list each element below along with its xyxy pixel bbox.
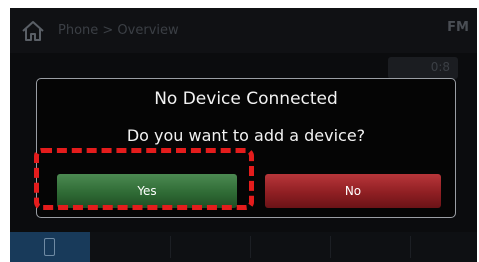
infotainment-screen: Phone > Overview FM 0:8 No Device Connec… [10, 8, 477, 262]
tab-divider [170, 236, 171, 258]
no-button[interactable]: No [265, 174, 441, 208]
dialog-message: Do you want to add a device? [126, 126, 366, 145]
source-badge[interactable]: FM [447, 20, 469, 35]
home-icon[interactable] [20, 19, 46, 43]
phone-icon [44, 238, 55, 256]
background-widget: 0:8 [388, 57, 458, 79]
tab-phone[interactable] [10, 232, 90, 262]
breadcrumb: Phone > Overview [58, 23, 179, 38]
status-bar: Phone > Overview FM [10, 8, 477, 53]
tab-divider [250, 236, 251, 258]
dialog-title: No Device Connected [154, 89, 338, 109]
background-widget-label: 0:8 [430, 60, 450, 74]
no-device-dialog: No Device Connected Do you want to add a… [36, 78, 456, 218]
tab-divider [410, 236, 411, 258]
bottom-nav-bar [10, 232, 477, 262]
yes-button[interactable]: Yes [57, 174, 237, 208]
tab-divider [330, 236, 331, 258]
